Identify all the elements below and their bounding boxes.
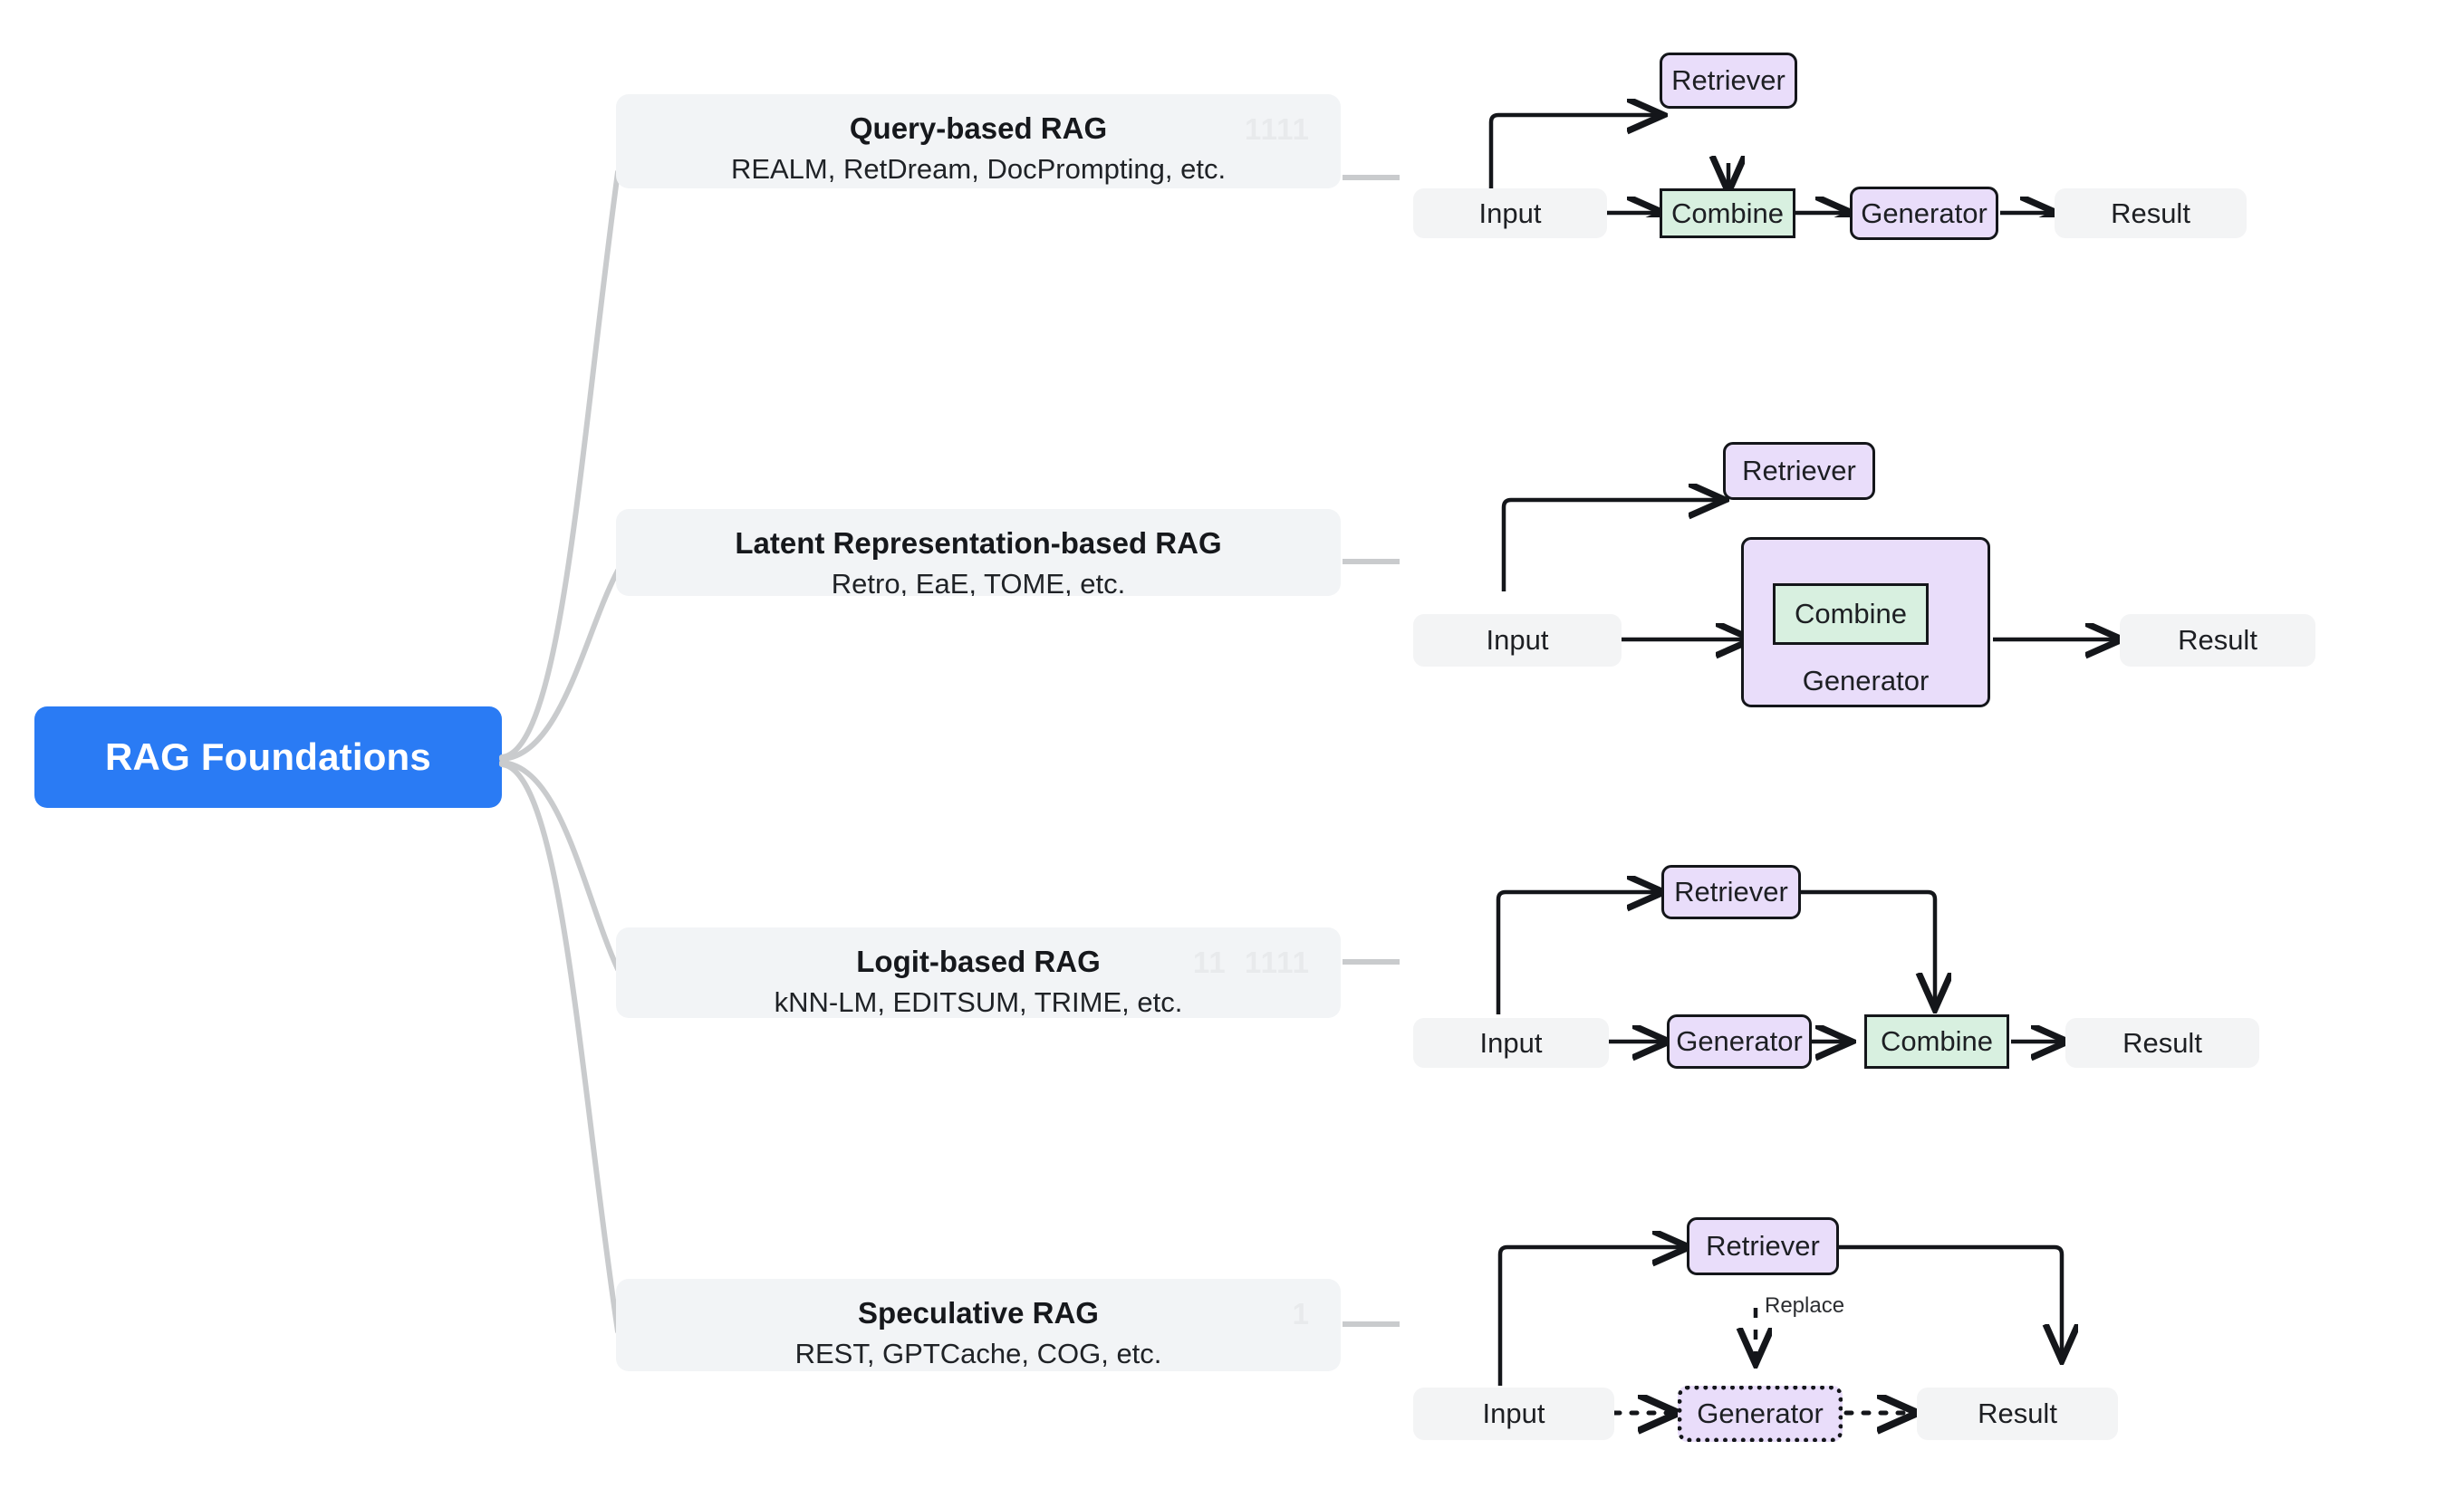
node-label: Result [2111,197,2190,229]
branch-line-3 [499,760,621,972]
node-input[interactable]: Input [1413,1018,1609,1068]
branch-line-4 [499,762,621,1334]
flow-diagram-logit-based-rag: Input Retriever Generator Combine Result [1413,840,2446,1085]
category-card-query-based-rag[interactable]: 1111 Query-based RAG REALM, RetDream, Do… [616,94,1341,188]
node-retriever[interactable]: Retriever [1661,865,1801,919]
branch-line-1 [499,169,621,760]
node-retriever[interactable]: Retriever [1687,1217,1839,1275]
node-input[interactable]: Input [1413,188,1607,238]
category-subtitle: REALM, RetDream, DocPrompting, etc. [730,153,1227,186]
category-subtitle: REST, GPTCache, COG, etc. [794,1338,1162,1370]
node-label: Input [1482,1398,1545,1429]
node-label: Retriever [1674,876,1788,908]
node-input[interactable]: Input [1413,1388,1614,1440]
category-subtitle: Retro, EaE, TOME, etc. [831,568,1126,596]
node-label: Input [1479,1026,1543,1059]
node-combine[interactable]: Combine [1773,583,1929,645]
edge-retriever-result [1839,1244,2062,1357]
root-node[interactable]: RAG Foundations [34,706,502,808]
category-card-latent-representation-based-rag[interactable]: Latent Representation-based RAG Retro, E… [616,509,1341,596]
node-label: Combine [1794,598,1908,629]
node-label: Generator [1697,1398,1824,1429]
node-label: Retriever [1671,64,1785,96]
node-retriever[interactable]: Retriever [1723,442,1875,500]
flow-diagram-speculative-rag: Input Retriever Generator Result Replace [1413,1194,2446,1465]
node-result[interactable]: Result [2055,188,2247,238]
flow-diagram-query-based-rag: Input Retriever Combine Generator Result [1413,36,2446,240]
node-generator-label: Generator [1802,665,1930,696]
node-combine[interactable]: Combine [1660,188,1795,238]
node-generator[interactable]: Generator [1850,187,1998,240]
node-retriever[interactable]: Retriever [1660,53,1797,109]
category-subtitle: kNN-LM, EDITSUM, TRIME, etc. [774,986,1183,1018]
edge-input-retriever [1497,1247,1685,1386]
category-title: Latent Representation-based RAG [735,526,1222,560]
node-combine[interactable]: Combine [1864,1014,2009,1069]
category-card-logit-based-rag[interactable]: 11 1111 Logit-based RAG kNN-LM, EDITSUM,… [616,927,1341,1018]
edge-input-retriever [1501,500,1721,591]
category-card-speculative-rag[interactable]: 1 Speculative RAG REST, GPTCache, COG, e… [616,1279,1341,1371]
node-result[interactable]: Result [2065,1018,2259,1068]
node-result[interactable]: Result [1917,1388,2118,1440]
node-label: Generator [1676,1025,1803,1057]
branch-line-2 [499,568,621,762]
node-label: Generator [1861,197,1988,229]
node-label: Result [1978,1398,2057,1429]
node-result[interactable]: Result [2120,614,2315,667]
category-title: Speculative RAG [858,1296,1099,1330]
category-title: Logit-based RAG [856,945,1101,978]
node-label: Input [1486,624,1549,656]
node-generator-group[interactable]: Combine Generator [1741,537,1990,707]
edge-input-retriever [1496,892,1660,1014]
root-node-label: RAG Foundations [105,735,431,778]
node-label: Combine [1880,1025,1994,1057]
node-generator[interactable]: Generator [1667,1014,1812,1069]
node-label: Result [2122,1026,2202,1059]
edge-label-replace: Replace [1765,1293,1845,1318]
node-label: Retriever [1706,1230,1820,1262]
node-input[interactable]: Input [1413,614,1622,667]
node-label: Result [2178,624,2257,656]
flow-diagram-latent-representation-based-rag: Input Retriever Combine Generator Result [1413,406,2446,714]
node-generator[interactable]: Generator [1678,1386,1843,1442]
category-title: Query-based RAG [849,111,1108,145]
node-label: Retriever [1742,455,1856,486]
node-label: Input [1478,197,1542,229]
edge-retriever-combine [1801,889,1935,1005]
node-label: Combine [1670,197,1785,229]
